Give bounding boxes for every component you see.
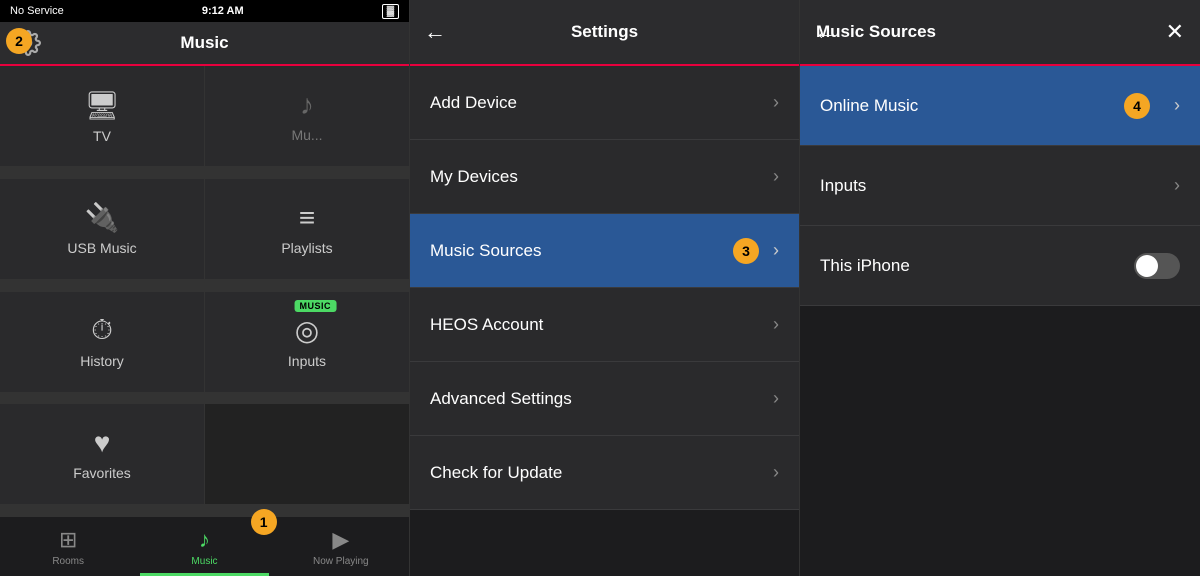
sources-back-button[interactable]: ← — [814, 19, 836, 45]
toggle-knob — [1136, 255, 1158, 277]
step-badge-3: 3 — [733, 238, 759, 264]
settings-panel: ← Settings Add Device › My Devices › Mus… — [410, 0, 800, 576]
music-grid: 🖥 TV ♪ Mu... 🔌 USB Music ≡ Playlists ⏱ H… — [0, 66, 409, 516]
favorites-label: Favorites — [73, 465, 131, 481]
usb-cell[interactable]: 🔌 USB Music — [0, 179, 204, 279]
now-playing-icon: ▶ — [332, 527, 349, 553]
source-this-iphone[interactable]: This iPhone — [800, 226, 1200, 306]
tv-icon: 🖥 — [84, 89, 120, 122]
settings-back-button[interactable]: ← — [424, 19, 446, 45]
music-header: Music 2 — [0, 22, 409, 66]
time-display: 9:12 AM — [202, 5, 244, 17]
music-icon: ♪ — [300, 89, 314, 121]
check-update-chevron: › — [773, 462, 779, 483]
sources-list: Online Music 4 › Inputs › This iPhone — [800, 66, 1200, 576]
settings-music-sources[interactable]: Music Sources › 3 — [410, 214, 799, 288]
usb-label: USB Music — [67, 240, 136, 256]
music-sources-label: Music Sources — [430, 241, 773, 261]
bottom-nav: ⊞ Rooms ♪ Music 1 ▶ Now Playing — [0, 516, 409, 576]
settings-title: Settings — [571, 22, 638, 42]
nav-rooms-label: Rooms — [52, 556, 84, 567]
online-music-chevron: › — [1174, 95, 1180, 116]
favorites-cell[interactable]: ♥ Favorites — [0, 404, 204, 504]
sources-panel: ← Music Sources ✕ Online Music 4 › Input… — [800, 0, 1200, 576]
playlists-cell[interactable]: ≡ Playlists — [205, 179, 409, 279]
settings-heos-account[interactable]: HEOS Account › — [410, 288, 799, 362]
inputs-chevron: › — [1174, 175, 1180, 196]
inputs-icon: ◎ — [295, 314, 319, 347]
music-badge: MUSIC — [295, 300, 337, 312]
settings-list: Add Device › My Devices › Music Sources … — [410, 66, 799, 576]
add-device-chevron: › — [773, 92, 779, 113]
inputs-source-label: Inputs — [820, 176, 1174, 196]
online-music-label: Online Music — [820, 96, 1174, 116]
battery-indicator: ▓ — [382, 4, 399, 19]
settings-header: ← Settings — [410, 0, 799, 66]
my-devices-chevron: › — [773, 166, 779, 187]
signal-text: No Service — [10, 5, 64, 17]
step-badge-4: 4 — [1124, 93, 1150, 119]
nav-music-label: Music — [191, 556, 217, 567]
check-update-label: Check for Update — [430, 463, 773, 483]
tv-cell[interactable]: 🖥 TV — [0, 66, 204, 166]
source-inputs[interactable]: Inputs › — [800, 146, 1200, 226]
heos-account-label: HEOS Account — [430, 315, 773, 335]
settings-add-device[interactable]: Add Device › — [410, 66, 799, 140]
iphone-toggle[interactable] — [1134, 253, 1180, 279]
inputs-cell[interactable]: ◎ Inputs MUSIC — [205, 292, 409, 392]
back-arrow-icon: ← — [424, 19, 446, 45]
status-bar: No Service 9:12 AM ▓ — [0, 0, 409, 22]
history-cell[interactable]: ⏱ History — [0, 292, 204, 392]
playlists-icon: ≡ — [299, 202, 315, 234]
settings-check-update[interactable]: Check for Update › — [410, 436, 799, 510]
nav-now-playing-label: Now Playing — [313, 556, 369, 567]
step-badge-2: 2 — [6, 28, 32, 54]
favorites-icon: ♥ — [94, 427, 111, 459]
nav-music[interactable]: ♪ Music 1 — [136, 517, 272, 576]
inputs-label: Inputs — [288, 353, 326, 369]
nav-now-playing[interactable]: ▶ Now Playing — [273, 517, 409, 576]
music-sources-chevron: › — [773, 240, 779, 261]
usb-icon: 🔌 — [85, 201, 120, 234]
tv-label: TV — [93, 128, 111, 144]
music-cell[interactable]: ♪ Mu... — [205, 66, 409, 166]
history-icon: ⏱ — [91, 314, 113, 347]
add-device-label: Add Device — [430, 93, 773, 113]
close-icon: ✕ — [1166, 19, 1184, 44]
playlists-label: Playlists — [281, 240, 332, 256]
music-nav-icon: ♪ — [199, 527, 210, 553]
history-label: History — [80, 353, 124, 369]
settings-my-devices[interactable]: My Devices › — [410, 140, 799, 214]
sources-header: ← Music Sources ✕ — [800, 0, 1200, 66]
music-title: Music — [180, 33, 228, 53]
rooms-icon: ⊞ — [59, 527, 77, 553]
source-online-music[interactable]: Online Music 4 › — [800, 66, 1200, 146]
sources-back-icon: ← — [814, 19, 836, 45]
music-label: Mu... — [291, 127, 322, 143]
settings-advanced[interactable]: Advanced Settings › — [410, 362, 799, 436]
advanced-settings-chevron: › — [773, 388, 779, 409]
heos-account-chevron: › — [773, 314, 779, 335]
my-devices-label: My Devices — [430, 167, 773, 187]
empty-cell — [205, 404, 409, 504]
music-panel: No Service 9:12 AM ▓ Music 2 🖥 TV ♪ Mu..… — [0, 0, 410, 576]
nav-rooms[interactable]: ⊞ Rooms — [0, 517, 136, 576]
sources-close-button[interactable]: ✕ — [1166, 19, 1184, 45]
iphone-label: This iPhone — [820, 256, 1134, 276]
advanced-settings-label: Advanced Settings — [430, 389, 773, 409]
